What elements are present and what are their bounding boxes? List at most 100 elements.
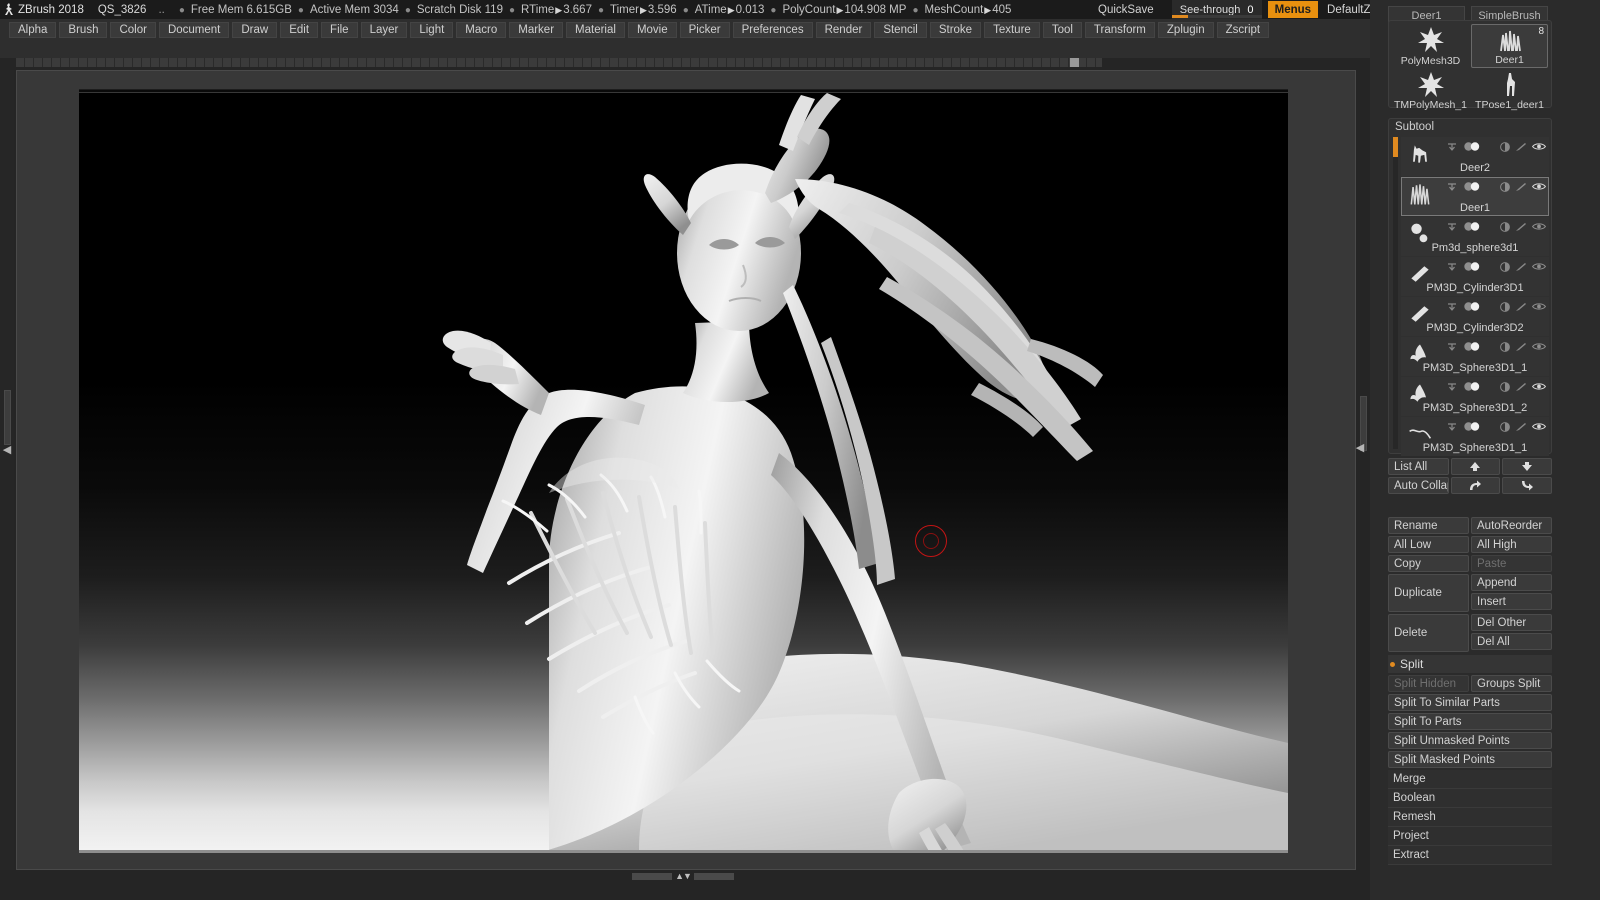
shelf-tick[interactable] (322, 58, 331, 67)
eye-icon[interactable] (1532, 382, 1546, 391)
shelf-tick[interactable] (673, 58, 682, 67)
all-high-button[interactable]: All High (1471, 536, 1552, 553)
shelf-tick[interactable] (817, 58, 826, 67)
document-viewport[interactable] (79, 93, 1288, 850)
shelf-tick[interactable] (430, 58, 439, 67)
shelf-tick[interactable] (43, 58, 52, 67)
menu-item-transform[interactable]: Transform (1084, 21, 1155, 38)
shelf-tick[interactable] (880, 58, 889, 67)
list-all-button[interactable]: List All (1388, 458, 1449, 475)
shelf-tick[interactable] (295, 58, 304, 67)
menu-item-picker[interactable]: Picker (679, 21, 730, 38)
shelf-tick[interactable] (646, 58, 655, 67)
shading-icon[interactable] (1485, 341, 1495, 352)
polypaint-arrow-icon[interactable] (1448, 382, 1459, 391)
shelf-tick[interactable] (124, 58, 133, 67)
menu-item-document[interactable]: Document (158, 21, 230, 38)
shelf-tick[interactable] (205, 58, 214, 67)
menu-item-movie[interactable]: Movie (627, 21, 677, 38)
brush-icon[interactable] (1515, 382, 1527, 392)
split-to-parts-button[interactable]: Split To Parts (1388, 713, 1552, 730)
shelf-tick[interactable] (385, 58, 394, 67)
shelf-tick[interactable] (781, 58, 790, 67)
shelf-tick[interactable] (664, 58, 673, 67)
shelf-tick[interactable] (952, 58, 961, 67)
shelf-tick[interactable] (898, 58, 907, 67)
del-all-button[interactable]: Del All (1471, 633, 1552, 650)
section-remesh-button[interactable]: Remesh (1388, 808, 1552, 827)
visibility-toggle-icon[interactable] (1464, 222, 1480, 231)
menu-item-preferences[interactable]: Preferences (732, 21, 813, 38)
move-up-button[interactable] (1450, 458, 1501, 475)
visibility-toggle-icon[interactable] (1464, 142, 1480, 151)
shelf-tick[interactable] (682, 58, 691, 67)
shelf-tick[interactable] (286, 58, 295, 67)
visibility-toggle-icon[interactable] (1464, 342, 1480, 351)
shelf-tick[interactable] (583, 58, 592, 67)
shelf-tick[interactable] (169, 58, 178, 67)
shelf-tick[interactable] (1033, 58, 1042, 67)
contrast-icon[interactable] (1500, 421, 1510, 432)
subtool-row[interactable]: PM3D_Sphere3D1_1 (1401, 337, 1549, 376)
menu-item-stencil[interactable]: Stencil (874, 21, 927, 38)
shelf-tick[interactable] (790, 58, 799, 67)
shelf-tick[interactable] (925, 58, 934, 67)
section-extract-button[interactable]: Extract (1388, 846, 1552, 865)
shelf-tick[interactable] (871, 58, 880, 67)
shelf-strip[interactable] (16, 58, 1102, 67)
copy-button[interactable]: Copy (1388, 555, 1469, 572)
shelf-tick[interactable] (277, 58, 286, 67)
shelf-tick[interactable] (52, 58, 61, 67)
shelf-tick[interactable] (439, 58, 448, 67)
shelf-tick[interactable] (349, 58, 358, 67)
shelf-tick[interactable] (151, 58, 160, 67)
shelf-tick[interactable] (547, 58, 556, 67)
shelf-tick[interactable] (133, 58, 142, 67)
shelf-tick[interactable] (709, 58, 718, 67)
visibility-toggle-icon[interactable] (1464, 262, 1480, 271)
shelf-tick[interactable] (223, 58, 232, 67)
menu-item-file[interactable]: File (321, 21, 358, 38)
shelf-tick[interactable] (403, 58, 412, 67)
shelf-tick[interactable] (619, 58, 628, 67)
shelf-tick[interactable] (16, 58, 25, 67)
contrast-icon[interactable] (1500, 261, 1510, 272)
menus-button[interactable]: Menus (1267, 1, 1319, 18)
subtool-row[interactable]: PM3D_Cylinder3D1 (1401, 257, 1549, 296)
split-masked-points-button[interactable]: Split Masked Points (1388, 751, 1552, 768)
shelf-tick[interactable] (862, 58, 871, 67)
shelf-tick[interactable] (502, 58, 511, 67)
shading-icon[interactable] (1485, 141, 1495, 152)
indent-in-button[interactable] (1502, 477, 1552, 494)
shelf-tick[interactable] (601, 58, 610, 67)
zoom-arrows-icon[interactable]: ▲▼ (675, 871, 692, 881)
shading-icon[interactable] (1485, 301, 1495, 312)
shelf-tick[interactable] (511, 58, 520, 67)
shelf-tick[interactable] (475, 58, 484, 67)
shading-icon[interactable] (1485, 421, 1495, 432)
indent-out-button[interactable] (1450, 477, 1501, 494)
subtool-row[interactable]: PM3D_Sphere3D1_2 (1401, 377, 1549, 416)
del-other-button[interactable]: Del Other (1471, 614, 1552, 631)
groups-split-button[interactable]: Groups Split (1471, 675, 1552, 692)
shelf-tick[interactable] (754, 58, 763, 67)
shelf-tick[interactable] (934, 58, 943, 67)
shelf-tick[interactable] (1042, 58, 1051, 67)
subtool-row[interactable]: Deer1 (1401, 177, 1549, 216)
menu-item-macro[interactable]: Macro (456, 21, 507, 38)
shelf-tick[interactable] (772, 58, 781, 67)
brush-icon[interactable] (1515, 302, 1527, 312)
tool-thumb-polymesh3d[interactable]: PolyMesh3D (1392, 24, 1469, 68)
tool-thumb-deer1[interactable]: 8 Deer1 (1471, 24, 1548, 68)
right-tray-toggle-arrow[interactable]: ◀ (1355, 441, 1365, 455)
shelf-tick[interactable] (592, 58, 601, 67)
shelf-tick[interactable] (637, 58, 646, 67)
shelf-tick[interactable] (970, 58, 979, 67)
shelf-tick[interactable] (367, 58, 376, 67)
shelf-tick[interactable] (358, 58, 367, 67)
shelf-tick[interactable] (835, 58, 844, 67)
contrast-icon[interactable] (1500, 181, 1510, 192)
shelf-tick[interactable] (232, 58, 241, 67)
shelf-tick[interactable] (808, 58, 817, 67)
polypaint-arrow-icon[interactable] (1448, 222, 1459, 231)
